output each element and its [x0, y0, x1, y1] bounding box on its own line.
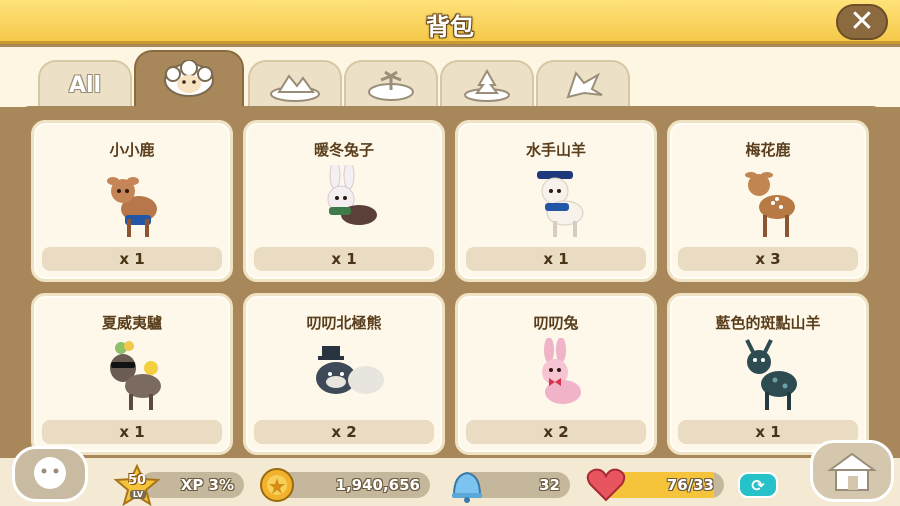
- item-count: x 1: [466, 247, 646, 271]
- item-card[interactable]: 小小鹿 x 1: [31, 120, 233, 282]
- leaf-icon: [566, 70, 603, 99]
- polar-bear-icon: [316, 346, 384, 394]
- close-button[interactable]: ✕: [836, 4, 888, 40]
- island-icon: [368, 70, 414, 101]
- item-count: x 1: [42, 247, 222, 271]
- item-count: x 2: [466, 420, 646, 444]
- heart-icon: [586, 468, 626, 502]
- item-card[interactable]: 夏威夷驢 x 1: [31, 293, 233, 455]
- bunny-icon: [327, 165, 377, 225]
- tab-all-label: All: [68, 72, 102, 98]
- bell-icon: [452, 471, 482, 503]
- item-card[interactable]: 梅花鹿 x 3: [667, 120, 869, 282]
- tab-island[interactable]: [344, 60, 438, 108]
- house-button[interactable]: [810, 440, 894, 502]
- level-tag: LV: [130, 490, 146, 499]
- item-name: 夏威夷驢: [101, 314, 162, 332]
- goat-icon: [537, 171, 584, 237]
- tab-landscape[interactable]: [248, 60, 342, 108]
- item-card[interactable]: 水手山羊 x 1: [455, 120, 657, 282]
- fawn-icon: [107, 177, 157, 237]
- tab-trees[interactable]: [440, 60, 534, 108]
- spotted-goat-icon: [745, 339, 797, 410]
- inventory-panel: 小小鹿 x 1 暖冬兔子 x 1 水手山羊 x 1 梅花鹿 x 3 夏威夷驢 x…: [16, 106, 886, 458]
- donkey-icon: [110, 341, 161, 410]
- item-count: x 1: [42, 420, 222, 444]
- tab-all[interactable]: All: [38, 60, 132, 108]
- item-card[interactable]: 叨叨北極熊 x 2: [243, 293, 445, 455]
- person-icon: [34, 457, 66, 489]
- close-icon: ✕: [849, 4, 875, 39]
- landscape-icon: [270, 74, 320, 102]
- house-icon: [826, 452, 878, 491]
- item-name: 小小鹿: [109, 141, 155, 159]
- friend-button[interactable]: [12, 446, 88, 502]
- item-count: x 3: [678, 247, 858, 271]
- item-count: x 2: [254, 420, 434, 444]
- tab-animals[interactable]: [134, 50, 244, 108]
- item-name: 暖冬兔子: [313, 141, 374, 159]
- window-title: 背包: [426, 13, 474, 41]
- level-value: 50: [127, 473, 147, 488]
- item-card[interactable]: 暖冬兔子 x 1: [243, 120, 445, 282]
- refresh-button[interactable]: ⟳: [738, 472, 778, 498]
- trees-icon: [464, 68, 510, 102]
- item-name: 水手山羊: [525, 141, 586, 159]
- sheep-icon: [164, 60, 214, 97]
- item-name: 叨叨北極熊: [306, 314, 382, 332]
- item-name: 梅花鹿: [745, 141, 791, 159]
- refresh-icon: ⟳: [751, 475, 765, 495]
- item-card[interactable]: 叨叨兔 x 2: [455, 293, 657, 455]
- tab-misc[interactable]: [536, 60, 630, 108]
- item-name: 叨叨兔: [533, 314, 579, 332]
- coin-icon: [260, 468, 294, 502]
- item-card[interactable]: 藍色的斑點山羊 x 1: [667, 293, 869, 455]
- pink-bunny-icon: [542, 338, 581, 404]
- item-count: x 1: [254, 247, 434, 271]
- sika-deer-icon: [745, 172, 795, 237]
- item-name: 藍色的斑點山羊: [715, 314, 821, 332]
